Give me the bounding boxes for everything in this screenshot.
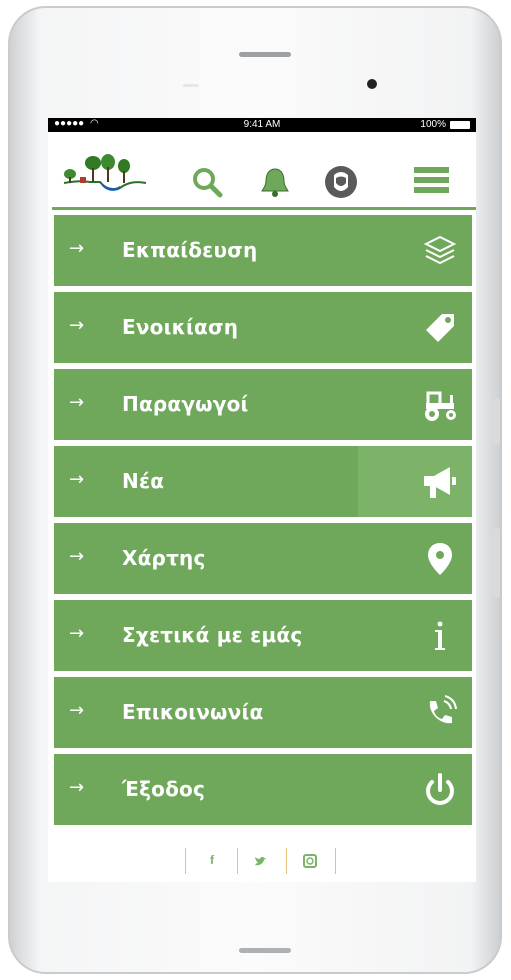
divider xyxy=(237,848,238,874)
logo-trees-icon[interactable] xyxy=(60,150,150,195)
menu-item-label: Νέα xyxy=(122,469,165,493)
battery-icon xyxy=(450,121,470,129)
divider xyxy=(286,848,287,874)
divider xyxy=(185,848,186,874)
arrow-icon: → xyxy=(69,700,85,721)
menu-item-logout[interactable]: → Έξοδος xyxy=(54,754,472,825)
front-camera xyxy=(367,79,377,89)
main-menu: → Εκπαίδευση → Ενοικίαση → Παραγωγοί → Ν… xyxy=(54,215,472,831)
menu-item-news[interactable]: → Νέα xyxy=(54,446,472,517)
app-screen: ●●●●● ◠ 9:41 AM 100% → Εκπαίδευση → Ενοι… xyxy=(48,118,476,882)
menu-item-education[interactable]: → Εκπαίδευση xyxy=(54,215,472,286)
layers-icon xyxy=(423,235,457,265)
tag-icon xyxy=(426,314,454,342)
status-time: 9:41 AM xyxy=(243,119,281,130)
phone-icon xyxy=(429,695,457,724)
menu-item-label: Εκπαίδευση xyxy=(122,238,258,262)
power-icon xyxy=(426,773,454,805)
arrow-icon: → xyxy=(69,777,85,798)
hamburger-menu-icon[interactable] xyxy=(414,166,449,194)
social-links: f xyxy=(185,848,345,874)
power-side-button xyxy=(493,528,500,598)
facebook-icon[interactable]: f xyxy=(204,853,220,869)
menu-item-label: Επικοινωνία xyxy=(122,700,264,724)
volume-button xyxy=(493,398,500,444)
proximity-sensor xyxy=(183,84,199,87)
menu-item-map[interactable]: → Χάρτης xyxy=(54,523,472,594)
menu-item-label: Παραγωγοί xyxy=(122,392,249,416)
arrow-icon: → xyxy=(69,238,85,259)
instagram-icon[interactable] xyxy=(302,853,318,869)
status-bar: ●●●●● ◠ 9:41 AM 100% xyxy=(48,118,476,132)
info-icon xyxy=(435,621,445,650)
menu-item-rental[interactable]: → Ενοικίαση xyxy=(54,292,472,363)
battery-percent: 100% xyxy=(420,119,446,130)
tractor-icon xyxy=(425,391,456,421)
arrow-icon: → xyxy=(69,546,85,567)
menu-item-label: Χάρτης xyxy=(122,546,206,570)
bell-icon[interactable] xyxy=(260,166,290,198)
map-marker-icon xyxy=(428,543,452,575)
menu-item-about[interactable]: → Σχετικά με εμάς xyxy=(54,600,472,671)
divider xyxy=(335,848,336,874)
megaphone-icon xyxy=(424,467,456,498)
menu-item-label: Έξοδος xyxy=(122,777,206,801)
menu-item-label: Σχετικά με εμάς xyxy=(122,623,303,647)
search-icon[interactable] xyxy=(191,166,223,198)
arrow-icon: → xyxy=(69,392,85,413)
menu-item-label: Ενοικίαση xyxy=(122,315,239,339)
menu-item-contact[interactable]: → Επικοινωνία xyxy=(54,677,472,748)
twitter-icon[interactable] xyxy=(253,853,269,869)
arrow-icon: → xyxy=(69,623,85,644)
bottom-speaker xyxy=(239,948,291,953)
arrow-icon: → xyxy=(69,315,85,336)
arrow-icon: → xyxy=(69,469,85,490)
menu-item-producers[interactable]: → Παραγωγοί xyxy=(54,369,472,440)
app-header xyxy=(48,132,476,208)
earpiece-speaker xyxy=(239,52,291,57)
header-divider xyxy=(52,207,476,210)
user-icon[interactable] xyxy=(324,165,358,199)
